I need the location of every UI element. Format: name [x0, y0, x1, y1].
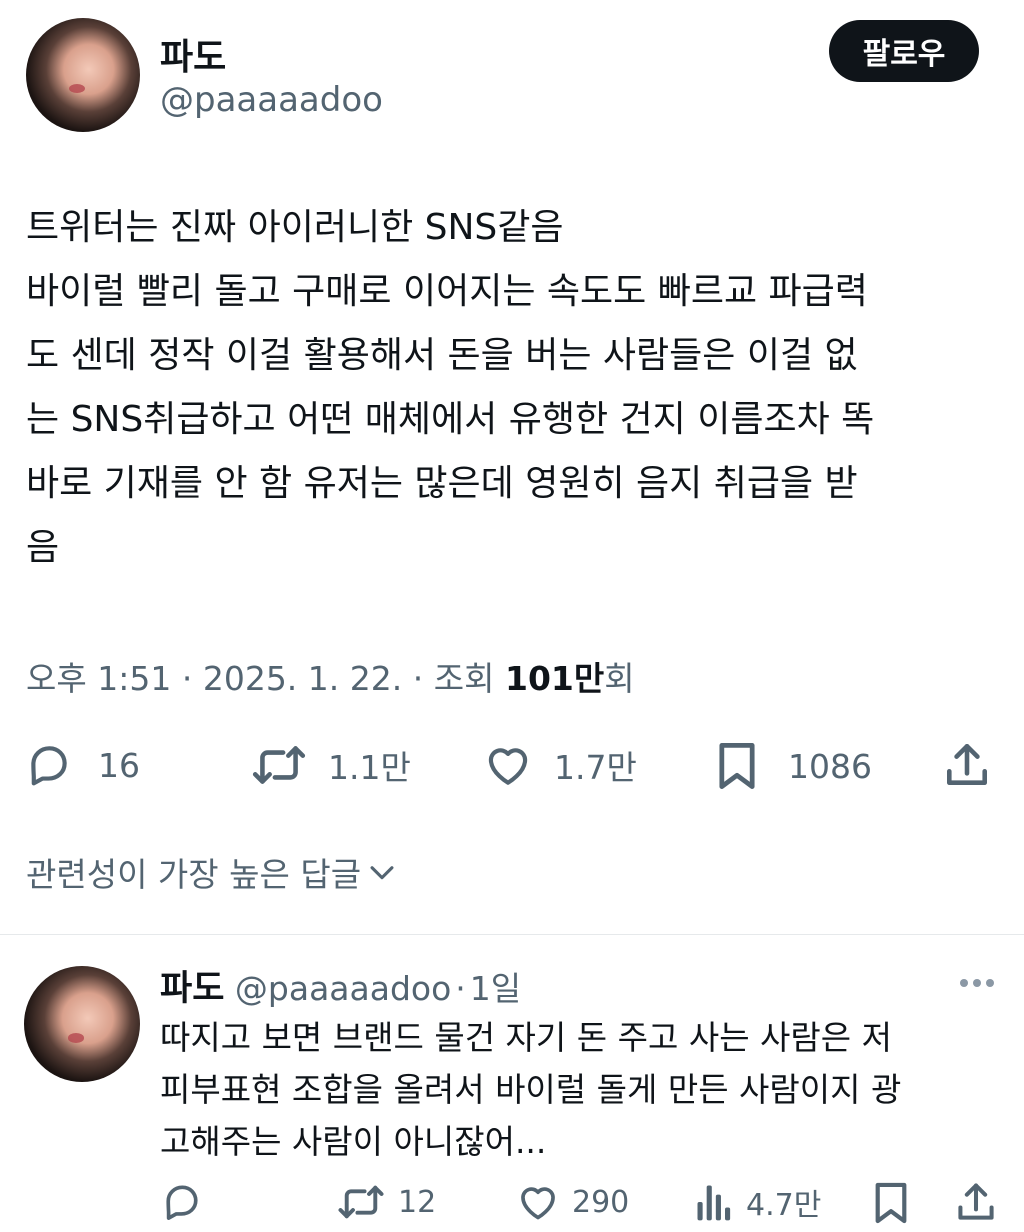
views-count: 101만	[504, 659, 605, 698]
tweet-time[interactable]: 오후 1:51	[26, 659, 171, 698]
reply-share-button[interactable]	[954, 1180, 998, 1224]
replies-sort-dropdown[interactable]: 관련성이 가장 높은 답글	[26, 848, 399, 896]
reply-separator: ·	[455, 969, 466, 1008]
reply-icon	[31, 746, 67, 786]
tweet-text-line: 트위터는 진짜 아이러니한 SNS같음	[26, 207, 564, 248]
tweet-text-line: 는 SNS취급하고 어떤 매체에서 유행한 건지 이름조차 똑	[26, 399, 875, 440]
reply-like-button[interactable]: 290	[516, 1180, 629, 1224]
reply-button[interactable]: 16	[24, 740, 140, 790]
meta-separator: ·	[181, 659, 193, 698]
retweet-icon	[252, 746, 306, 784]
reply-text-line: 따지고 보면 브랜드 물건 자기 돈 주고 사는 사람은 저	[160, 1018, 892, 1057]
reply-author-avatar[interactable]	[24, 966, 140, 1082]
reply-time[interactable]: 1일	[470, 969, 521, 1008]
reply-header: 파도 @paaaaadoo · 1일	[160, 960, 521, 1011]
author-avatar[interactable]	[26, 18, 140, 132]
reply-reply-button[interactable]	[160, 1180, 204, 1224]
reply-icon	[166, 1185, 198, 1220]
more-icon	[960, 979, 994, 987]
tweet-meta: 오후 1:51 · 2025. 1. 22. · 조회 101만회	[26, 652, 635, 700]
like-button[interactable]: 1.7만	[482, 740, 637, 790]
reply-like-count: 290	[572, 1184, 630, 1220]
reply-text-line: 피부표현 조합을 올려서 바이럴 돌게 만든 사람이지 광	[160, 1070, 902, 1109]
tweet-text-line: 음	[26, 527, 60, 568]
reply-retweet-count: 12	[398, 1184, 437, 1220]
views-icon	[697, 1185, 731, 1221]
reply-bookmark-button[interactable]	[872, 1180, 910, 1226]
views-label: 조회	[433, 659, 495, 698]
reply-views-button[interactable]: 4.7만	[694, 1180, 821, 1224]
tweet-text: 트위터는 진짜 아이러니한 SNS같음 바이럴 빨리 돌고 구매로 이어지는 속…	[26, 196, 1001, 580]
tweet-text-line: 바로 기재를 안 함 유저는 많은데 영원히 음지 취급을 받	[26, 463, 858, 504]
reply-author-handle[interactable]: @paaaaadoo	[235, 969, 451, 1008]
reply-text-line: 고해주는 사람이 아니잖어...	[160, 1122, 547, 1161]
retweet-count: 1.1만	[328, 748, 411, 787]
reply-count: 16	[98, 745, 140, 785]
author-name[interactable]: 파도	[160, 28, 226, 80]
reply-retweet-button[interactable]: 12	[336, 1180, 436, 1224]
tweet-text-line: 도 센데 정작 이걸 활용해서 돈을 버는 사람들은 이걸 없	[26, 335, 858, 376]
follow-button[interactable]: 팔로우	[829, 20, 979, 82]
retweet-icon	[338, 1185, 384, 1219]
tweet-date[interactable]: 2025. 1. 22.	[203, 659, 402, 698]
reply-views-count: 4.7만	[746, 1188, 822, 1223]
bookmark-icon	[719, 743, 755, 789]
share-icon	[947, 743, 987, 785]
chevron-down-icon	[370, 866, 394, 880]
reply-author-name[interactable]: 파도	[160, 969, 224, 1009]
author-handle[interactable]: @paaaaadoo	[160, 80, 383, 120]
more-options-button[interactable]	[956, 968, 998, 998]
section-divider	[0, 934, 1024, 935]
like-count: 1.7만	[554, 748, 637, 787]
replies-sort-label: 관련성이 가장 높은 답글	[26, 855, 362, 894]
share-button[interactable]	[942, 740, 992, 790]
reply-text: 따지고 보면 브랜드 물건 자기 돈 주고 사는 사람은 저 피부표현 조합을 …	[160, 1012, 1000, 1168]
like-icon	[521, 1187, 555, 1220]
retweet-button[interactable]: 1.1만	[250, 740, 411, 790]
bookmark-icon	[875, 1182, 907, 1224]
share-icon	[958, 1183, 994, 1220]
meta-separator: ·	[412, 659, 424, 698]
bookmark-count: 1086	[788, 746, 872, 786]
bookmark-button[interactable]: 1086	[714, 740, 872, 792]
tweet-text-line: 바이럴 빨리 돌고 구매로 이어지는 속도도 빠르교 파급력	[26, 271, 868, 312]
views-suffix: 회	[604, 659, 635, 698]
like-icon	[488, 748, 528, 785]
